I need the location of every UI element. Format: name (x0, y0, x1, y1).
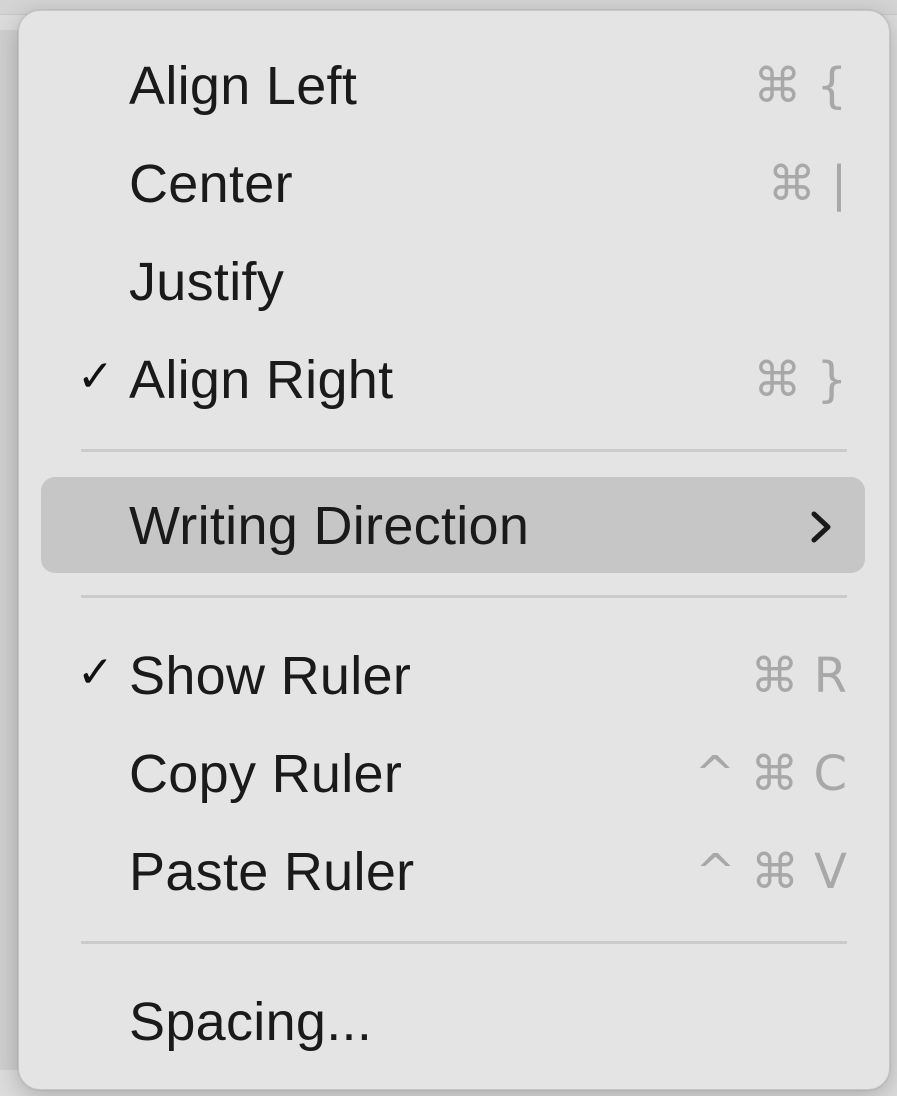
menu-item-label: Align Right (129, 350, 394, 410)
menu-item-label: Writing Direction (129, 496, 530, 556)
format-text-menu: Align Left ⌘ { Center ⌘ | Justify ✓ Alig… (18, 10, 890, 1090)
checkmark-icon: ✓ (77, 647, 114, 698)
backdrop-sidebar-edge (0, 30, 20, 1070)
menu-item-shortcut: ⌘ { (753, 58, 847, 114)
menu-item-label: Align Left (129, 56, 358, 116)
menu-item-label: Center (129, 154, 293, 214)
menu-item-center[interactable]: Center ⌘ | (41, 135, 865, 231)
menu-item-label: Spacing... (129, 992, 373, 1052)
menu-separator (81, 595, 847, 598)
menu-item-shortcut: ^ ⌘ V (695, 844, 847, 900)
menu-item-label: Copy Ruler (129, 744, 403, 804)
menu-item-shortcut: ⌘ R (750, 648, 847, 704)
menu-item-shortcut: ⌘ | (767, 156, 847, 212)
menu-item-shortcut: ^ ⌘ C (694, 746, 847, 802)
menu-separator (81, 449, 847, 452)
menu-separator (81, 941, 847, 944)
menu-item-align-right[interactable]: ✓ Align Right ⌘ } (41, 331, 865, 427)
menu-item-label: Justify (129, 252, 285, 312)
menu-item-align-left[interactable]: Align Left ⌘ { (41, 37, 865, 133)
menu-item-paste-ruler[interactable]: Paste Ruler ^ ⌘ V (41, 823, 865, 919)
menu-item-shortcut: ⌘ } (753, 352, 847, 408)
menu-item-label: Paste Ruler (129, 842, 415, 902)
menu-item-spacing[interactable]: Spacing... (41, 973, 865, 1069)
menu-item-label: Show Ruler (129, 646, 412, 706)
chevron-right-icon (811, 511, 831, 543)
checkmark-icon: ✓ (77, 351, 114, 402)
menu-item-copy-ruler[interactable]: Copy Ruler ^ ⌘ C (41, 725, 865, 821)
menu-item-justify[interactable]: Justify (41, 233, 865, 329)
menu-item-show-ruler[interactable]: ✓ Show Ruler ⌘ R (41, 627, 865, 723)
menu-item-writing-direction[interactable]: Writing Direction (41, 477, 865, 573)
